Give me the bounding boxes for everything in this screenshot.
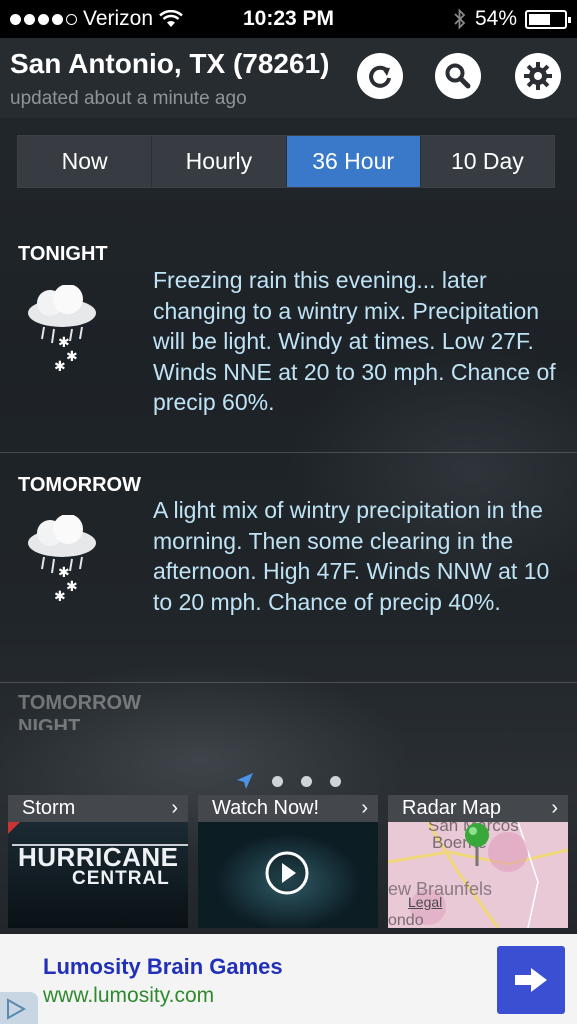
watch-now-tile[interactable]: Watch Now! › [198,795,378,928]
forecast-tabs: Now Hourly 36 Hour 10 Day [17,135,555,188]
chevron-right-icon: › [171,797,178,819]
tab-36-hour[interactable]: 36 Hour [286,136,421,187]
ad-title[interactable]: Lumosity Brain Games [43,954,283,980]
svg-text:✱: ✱ [66,349,78,365]
page-dot [301,775,312,787]
settings-button[interactable] [515,53,561,99]
refresh-button[interactable] [357,53,403,99]
svg-text:✱: ✱ [54,589,66,605]
map-label: ondo [388,912,424,928]
svg-text:✱: ✱ [54,359,66,375]
divider [0,452,577,453]
search-icon [445,63,471,89]
radar-map-tile[interactable]: Radar Map › San Marcos Boerne ew Braunfe… [388,795,568,928]
location-title: San Antonio, TX (78261) [10,48,330,79]
tile-label: Storm [22,797,76,819]
arrow-right-icon [515,968,547,992]
divider [0,682,577,683]
page-indicator [0,772,577,790]
updated-label: updated about a minute ago [10,88,247,109]
battery-percent: 54% [474,7,517,30]
forecast-period-title: TONIGHT [18,243,108,265]
forecast-period-title-line2: NIGHT [18,716,81,730]
tab-hourly[interactable]: Hourly [152,136,287,187]
search-button[interactable] [435,53,481,99]
map-pin-icon [465,823,489,866]
forecast-description: Freezing rain this evening... later chan… [153,267,556,415]
carrier-label: Verizon [83,7,154,30]
signal-strength-icon [10,13,77,25]
chevron-right-icon: › [361,797,368,819]
status-bar: Verizon 10:23 PM 54% [0,0,577,38]
legal-link[interactable]: Legal [408,894,442,910]
tab-10-day[interactable]: 10 Day [420,136,554,187]
battery-icon [525,9,571,29]
tab-now[interactable]: Now [18,136,153,187]
ad-choices-icon[interactable] [0,992,38,1024]
ad-url[interactable]: www.lumosity.com [43,984,214,1008]
hurricane-logo-icon [8,822,20,834]
forecast-period-title: TOMORROW [18,692,141,714]
wintry-mix-cloud-icon: ✱✱✱ [28,285,96,375]
location-arrow-icon [237,773,253,789]
wintry-mix-cloud-icon: ✱✱✱ [28,515,96,605]
bluetooth-icon [454,8,466,30]
page-dot [272,775,283,787]
tile-label: Watch Now! [212,797,320,819]
gear-icon [524,62,552,90]
hurricane-central-art-line2: CENTRAL [72,868,170,889]
ad-go-button[interactable] [497,946,565,1014]
storm-tile[interactable]: Storm › HURRICANE CENTRAL [8,795,188,928]
wifi-icon [159,10,183,27]
tile-label: Radar Map [402,797,501,819]
ad-banner[interactable]: Lumosity Brain Games www.lumosity.com [0,934,577,1024]
refresh-icon [369,65,391,88]
page-dot [330,775,341,787]
chevron-right-icon: › [551,797,558,819]
forecast-period-title: TOMORROW [18,474,141,496]
play-icon [265,851,309,895]
svg-text:✱: ✱ [66,579,78,595]
app-header: San Antonio, TX (78261) updated about a … [0,38,577,118]
forecast-description: A light mix of wintry precipitation in t… [153,497,550,615]
